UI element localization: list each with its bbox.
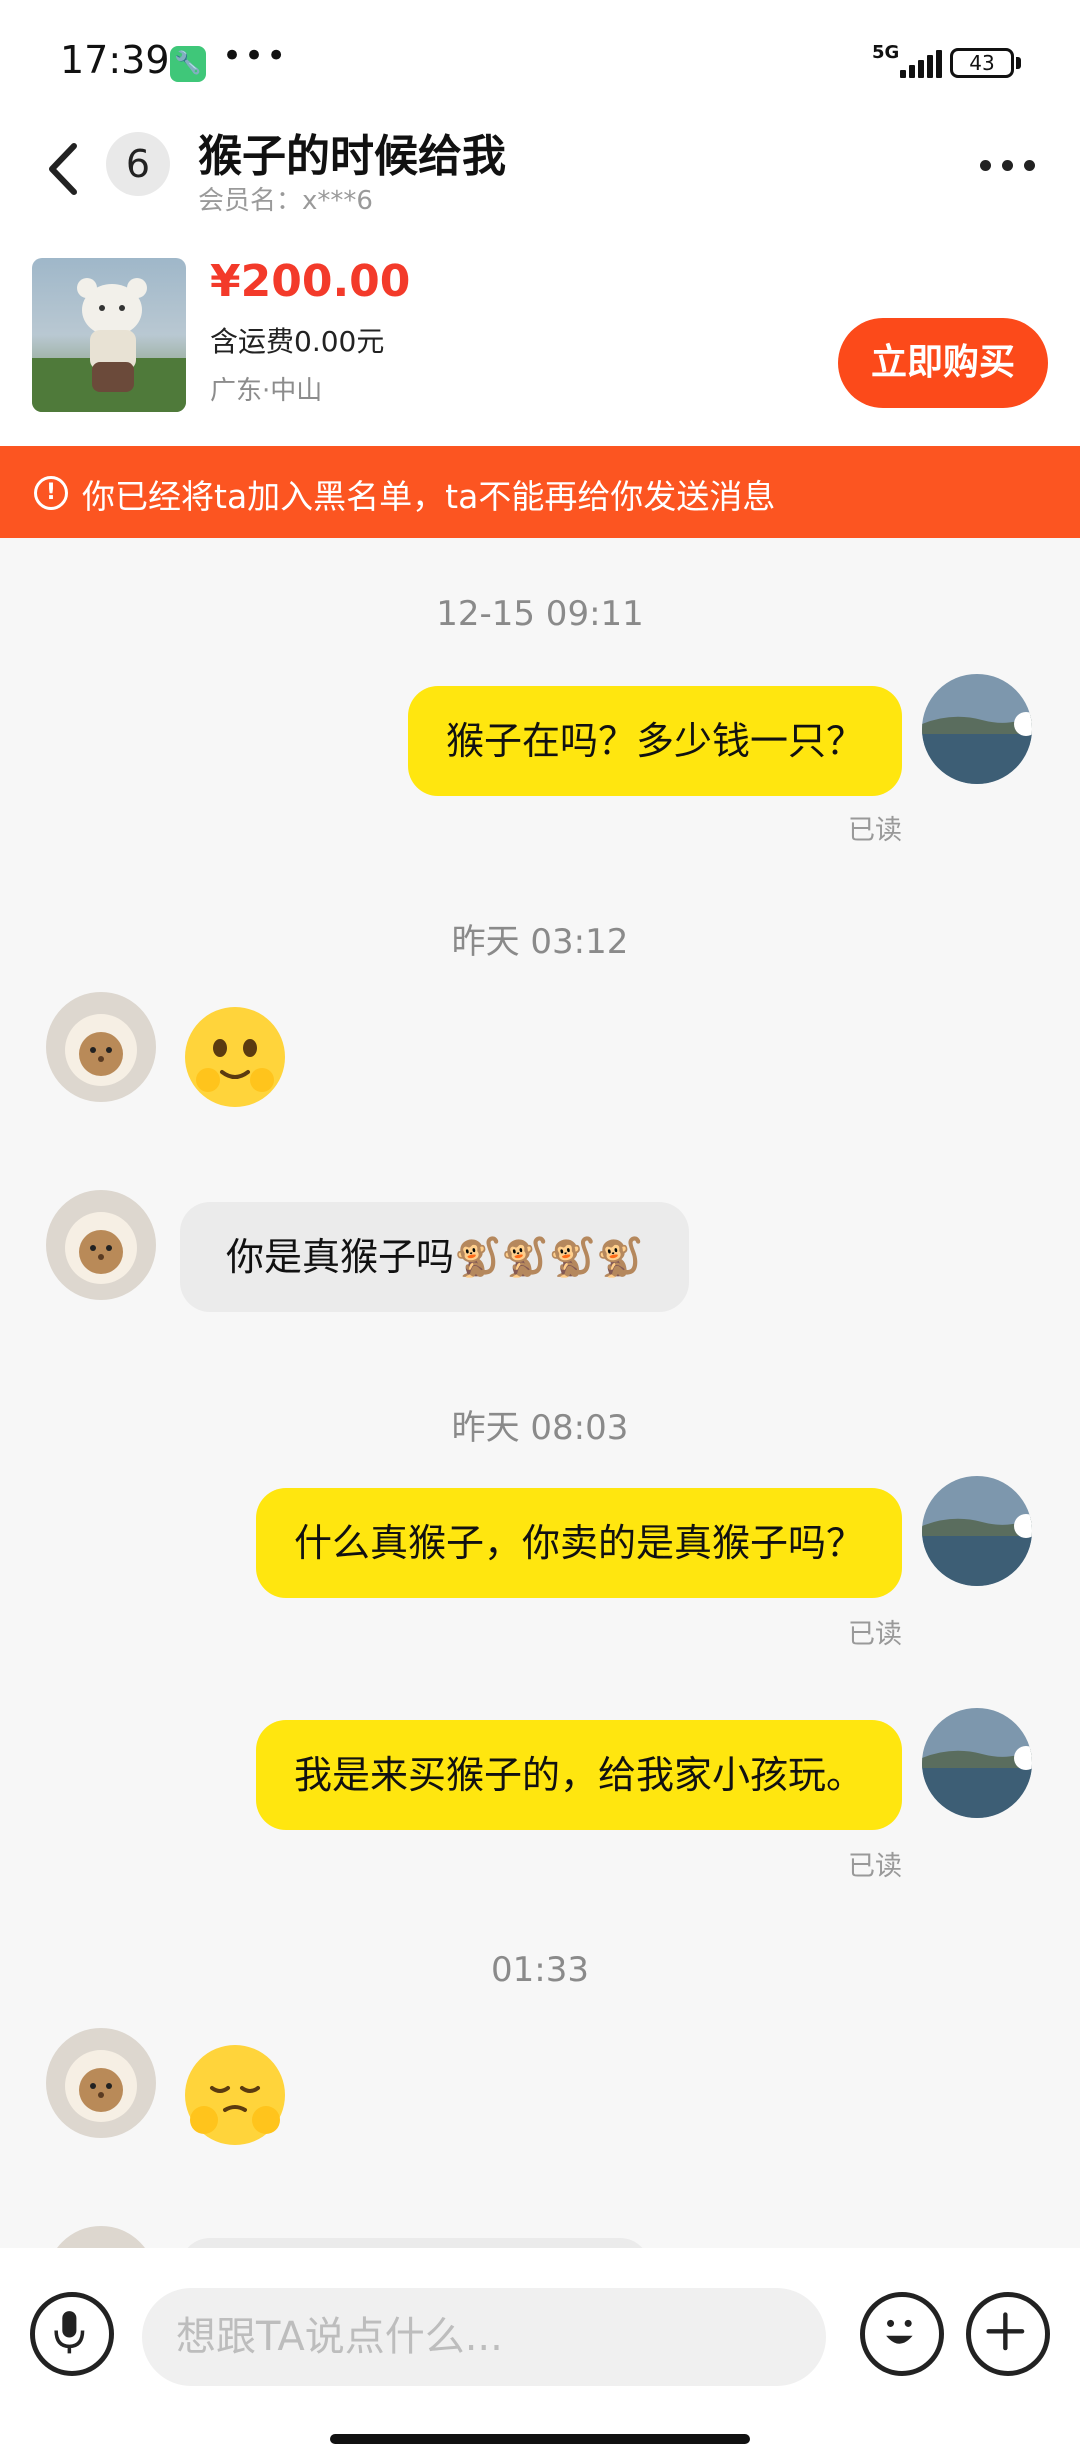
network-type: 5G <box>872 42 900 63</box>
wrench-icon: 🔧 <box>170 46 206 82</box>
chat-messages[interactable]: 12-15 09:11 猴子在吗？多少钱一只？ 已读 昨天 03:12 你是真猴… <box>0 538 1080 2248</box>
received-message-bubble[interactable] <box>180 2238 650 2248</box>
read-status: 已读 <box>848 815 902 846</box>
my-avatar[interactable] <box>922 674 1032 784</box>
product-card[interactable]: ¥200.00 含运费0.00元 广东·中山 立即购买 <box>0 220 1080 446</box>
plus-icon[interactable] <box>966 2292 1050 2376</box>
battery-icon: 43 <box>950 48 1014 78</box>
status-time: 17:39 <box>60 38 170 82</box>
pleading-face-emoji-icon[interactable] <box>180 2040 290 2150</box>
message-timestamp: 01:33 <box>491 1950 589 1990</box>
shy-face-emoji-icon[interactable] <box>180 1002 290 1112</box>
emoji-icon[interactable] <box>860 2292 944 2376</box>
blacklist-notice-text: 你已经将ta加入黑名单，ta不能再给你发送消息 <box>82 477 776 516</box>
input-bar <box>0 2248 1080 2460</box>
chat-title: 猴子的时候给我 <box>198 131 506 182</box>
unread-count-badge[interactable]: 6 <box>106 132 170 196</box>
home-indicator[interactable] <box>330 2434 750 2444</box>
message-timestamp: 12-15 09:11 <box>436 594 644 634</box>
received-message-bubble[interactable]: 你是真猴子吗🐒🐒🐒🐒 <box>180 1202 690 1312</box>
chevron-left-icon[interactable] <box>40 134 90 204</box>
other-avatar[interactable] <box>46 1190 156 1300</box>
other-avatar[interactable] <box>46 992 156 1102</box>
battery-tip <box>1016 57 1021 69</box>
product-price: ¥200.00 <box>210 256 411 307</box>
status-bar: 17:39 🔧 ••• 5G 43 <box>0 0 1080 120</box>
more-notifications-icon: ••• <box>222 36 289 76</box>
sent-message-bubble[interactable]: 什么真猴子，你卖的是真猴子吗？ <box>255 1488 902 1598</box>
message-timestamp: 昨天 08:03 <box>451 1408 629 1448</box>
signal-icon <box>900 50 942 78</box>
member-name: 会员名：x***6 <box>198 186 373 216</box>
message-timestamp: 昨天 03:12 <box>451 922 629 962</box>
shipping-fee: 含运费0.00元 <box>210 325 385 358</box>
sent-message-bubble[interactable]: 我是来买猴子的，给我家小孩玩。 <box>255 1720 902 1830</box>
warning-icon: ! <box>34 476 68 510</box>
my-avatar[interactable] <box>922 1708 1032 1818</box>
other-avatar[interactable] <box>46 2226 156 2248</box>
microphone-icon[interactable] <box>30 2292 114 2376</box>
more-dots-icon[interactable] <box>980 156 1040 176</box>
message-input[interactable] <box>142 2288 826 2386</box>
my-avatar[interactable] <box>922 1476 1032 1586</box>
sent-message-bubble[interactable]: 猴子在吗？多少钱一只？ <box>407 686 902 796</box>
blacklist-notice: ! 你已经将ta加入黑名单，ta不能再给你发送消息 <box>0 446 1080 538</box>
read-status: 已读 <box>848 1619 902 1650</box>
product-image[interactable] <box>32 258 186 412</box>
buy-now-button[interactable]: 立即购买 <box>838 318 1048 408</box>
chat-header: 6 猴子的时候给我 会员名：x***6 <box>0 120 1080 220</box>
read-status: 已读 <box>848 1851 902 1882</box>
other-avatar[interactable] <box>46 2028 156 2138</box>
product-location: 广东·中山 <box>210 376 323 406</box>
